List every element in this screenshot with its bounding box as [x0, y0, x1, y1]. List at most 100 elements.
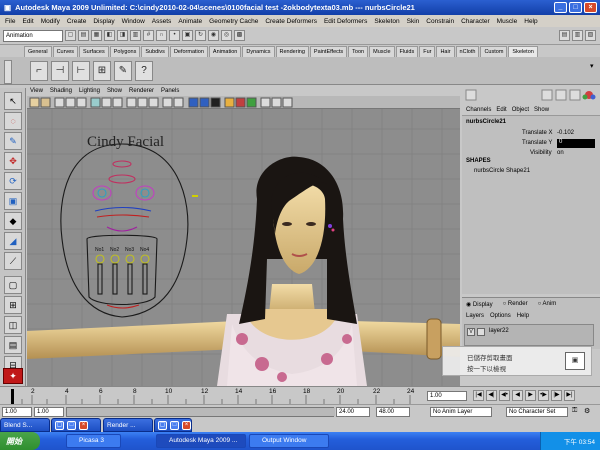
maximize-small-button[interactable]: □ — [67, 420, 76, 430]
show-tool-settings-icon[interactable]: ▧ — [585, 30, 596, 41]
menu-help[interactable]: Help — [524, 18, 537, 25]
close-render-button[interactable]: × — [182, 420, 191, 430]
shelf-tab-hair[interactable]: Hair — [436, 46, 455, 57]
history-icon[interactable]: ↻ — [195, 30, 206, 41]
layer-menu-layers[interactable]: Layers — [466, 313, 484, 319]
script-editor-icon[interactable]: ✦ — [3, 368, 23, 384]
menu-modify[interactable]: Modify — [41, 18, 60, 25]
screenshot-notification[interactable]: 已儲存剪取畫面 按一下以檢視 ▣ — [442, 346, 592, 376]
attr-translate-y-field[interactable]: 0 — [557, 139, 595, 148]
shelf-tab-fur[interactable]: Fur — [419, 46, 436, 57]
key-icon[interactable]: ⚿ — [572, 407, 577, 415]
menu-display[interactable]: Display — [93, 18, 114, 25]
last-tool-icon[interactable]: ⟋ — [4, 252, 22, 270]
maximize-button[interactable]: □ — [569, 2, 582, 13]
step-back-icon[interactable]: ◀| — [486, 390, 497, 401]
shape-node-name[interactable]: nurbsCircle Shape21 — [474, 168, 530, 174]
layer-mode-anim[interactable]: ○ Anim — [538, 301, 557, 308]
select-hierarchy-icon[interactable]: ◧ — [104, 30, 115, 41]
manipulator-tool-icon[interactable]: ◆ — [4, 212, 22, 230]
menu-animate[interactable]: Animate — [178, 18, 202, 25]
go-to-start-icon[interactable]: |◀ — [473, 390, 484, 401]
joint-icon[interactable]: ⌐ — [30, 60, 48, 81]
layer-menu-help[interactable]: Help — [517, 313, 529, 319]
shelf-tab-general[interactable]: General — [24, 46, 52, 57]
task-picasa[interactable]: Picasa 3 — [66, 434, 121, 448]
shelf-tab-curves[interactable]: Curves — [52, 46, 78, 57]
shelf-tab-ncloth[interactable]: nCloth — [455, 46, 480, 57]
layer-template-toggle[interactable] — [477, 328, 485, 336]
play-forwards-icon[interactable]: ▶ — [525, 390, 536, 401]
go-to-end-icon[interactable]: ▶| — [564, 390, 575, 401]
show-attribute-editor-icon[interactable]: ▥ — [572, 30, 583, 41]
menu-file[interactable]: File — [5, 18, 15, 25]
select-object-icon[interactable]: ◨ — [117, 30, 128, 41]
minimized-render[interactable]: Render ... — [103, 418, 153, 432]
open-scene-icon[interactable]: ▤ — [78, 30, 89, 41]
attr-translate-x-field[interactable]: -0.102 — [557, 130, 595, 138]
range-bar[interactable] — [66, 407, 335, 417]
menu-create[interactable]: Create — [67, 18, 87, 25]
menu-create-deformers[interactable]: Create Deformers — [265, 18, 317, 25]
channel-menu-show[interactable]: Show — [534, 107, 549, 113]
close-small-button[interactable]: × — [79, 420, 88, 430]
menu-constrain[interactable]: Constrain — [426, 18, 454, 25]
preferences-icon[interactable]: ⚙ — [584, 407, 590, 415]
help-icon[interactable]: ? — [135, 60, 153, 81]
maximize-render-button[interactable]: □ — [170, 420, 179, 430]
ipr-render-icon[interactable]: ◎ — [221, 30, 232, 41]
start-time-field[interactable]: 1.00 — [2, 407, 32, 417]
menu-character[interactable]: Character — [461, 18, 490, 25]
clock[interactable]: 下午 03:54 — [564, 436, 595, 446]
show-channel-box-icon[interactable]: ▤ — [559, 30, 570, 41]
panel-menu-view[interactable]: View — [30, 88, 43, 94]
step-back-key-icon[interactable]: ◀• — [499, 390, 510, 401]
layer-visibility-toggle[interactable]: V — [467, 328, 475, 336]
time-slider[interactable]: 2 4 6 8 10 12 14 16 18 20 22 24 — [0, 386, 425, 404]
layer-mode-render[interactable]: ○ Render — [503, 301, 528, 308]
mode-selector[interactable]: Animation — [3, 29, 63, 42]
two-pane-layout-icon[interactable]: ◫ — [4, 316, 22, 334]
menu-skin[interactable]: Skin — [407, 18, 420, 25]
menu-window[interactable]: Window — [122, 18, 145, 25]
step-forward-icon[interactable]: |▶ — [551, 390, 562, 401]
play-backwards-icon[interactable]: ◀ — [512, 390, 523, 401]
single-pane-layout-icon[interactable]: ▢ — [4, 276, 22, 294]
select-component-icon[interactable]: ▥ — [130, 30, 141, 41]
panel-menu-lighting[interactable]: Lighting — [79, 88, 100, 94]
panel-menu-panels[interactable]: Panels — [161, 88, 179, 94]
brush-icon[interactable]: ✎ — [114, 60, 132, 81]
character-set-dropdown[interactable]: No Character Set — [506, 407, 568, 417]
panel-toolbar-icons[interactable] — [27, 96, 460, 109]
shelf-tab-polygons[interactable]: Polygons — [109, 46, 141, 57]
layer-mode-display[interactable]: ◉ Display — [466, 301, 493, 308]
range-end-field[interactable]: 24.00 — [336, 407, 370, 417]
select-tool-icon[interactable]: ↖ — [4, 92, 22, 110]
lasso-tool-icon[interactable]: ◌ — [4, 112, 22, 130]
snap-view-icon[interactable]: ▣ — [182, 30, 193, 41]
ik-spline-icon[interactable]: ⊢ — [72, 60, 90, 81]
paint-select-icon[interactable]: ✎ — [4, 132, 22, 150]
ik-handle-icon[interactable]: ⊣ — [51, 60, 69, 81]
menu-skeleton[interactable]: Skeleton — [374, 18, 399, 25]
panel-menu-renderer[interactable]: Renderer — [129, 88, 154, 94]
new-scene-icon[interactable]: ▢ — [65, 30, 76, 41]
attr-visibility-field[interactable]: on — [557, 150, 564, 156]
render-settings-icon[interactable]: ▩ — [234, 30, 245, 41]
snap-grid-icon[interactable]: # — [143, 30, 154, 41]
menu-edit[interactable]: Edit — [22, 18, 33, 25]
step-forward-key-icon[interactable]: •▶ — [538, 390, 549, 401]
start-button[interactable]: 開始 — [0, 432, 40, 450]
menu-assets[interactable]: Assets — [152, 18, 172, 25]
anim-layer-dropdown[interactable]: No Anim Layer — [430, 407, 492, 417]
menu-edit-deformers[interactable]: Edit Deformers — [324, 18, 367, 25]
shelf-tab-dynamics[interactable]: Dynamics — [242, 46, 275, 57]
range-handle[interactable] — [67, 408, 335, 416]
shelf-scroll-icon[interactable]: ▾ — [590, 62, 598, 70]
shelf-menu-arrow[interactable] — [4, 60, 12, 84]
task-maya[interactable]: Autodesk Maya 2009 ... — [156, 434, 246, 448]
shelf-tab-fluids[interactable]: Fluids — [395, 46, 419, 57]
rotate-tool-icon[interactable]: ⟳ — [4, 172, 22, 190]
save-scene-icon[interactable]: ▦ — [91, 30, 102, 41]
close-button[interactable]: × — [584, 2, 597, 13]
